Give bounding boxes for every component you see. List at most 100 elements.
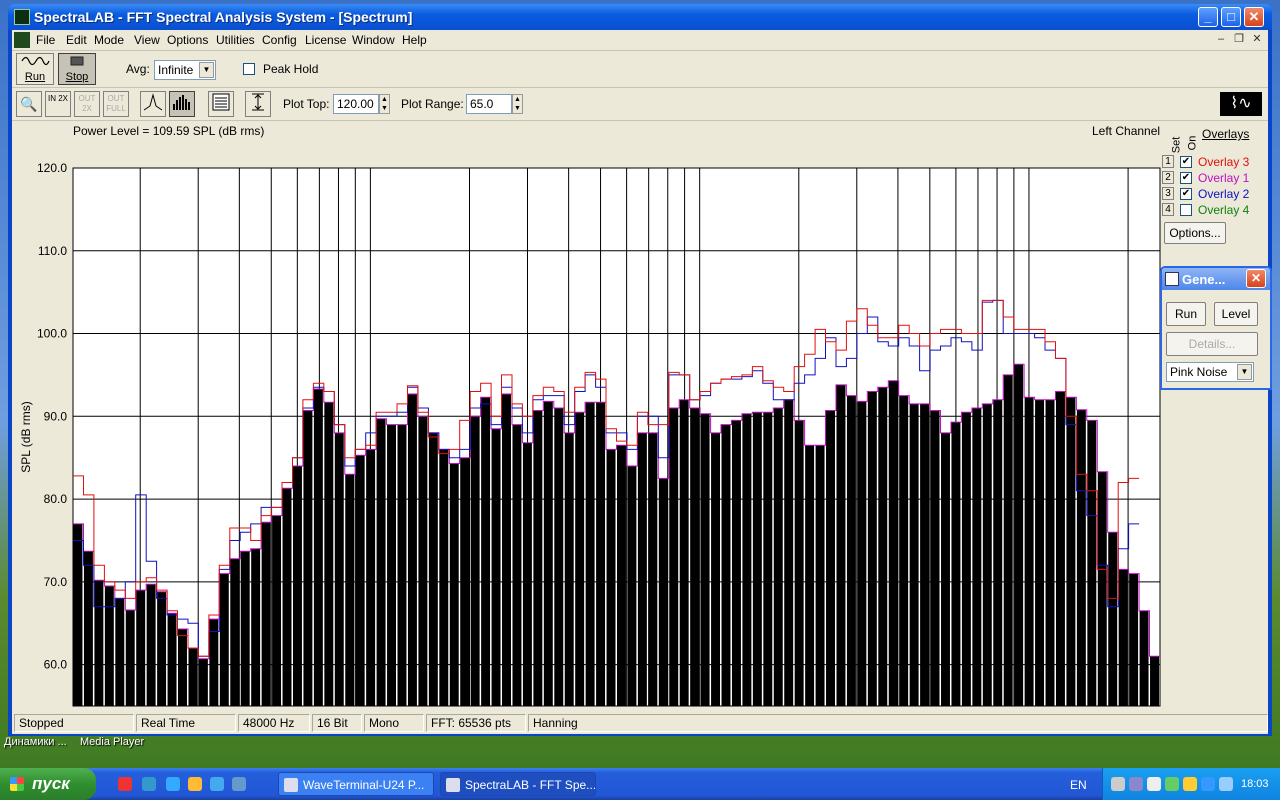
quicklaunch-desktop-icon[interactable]	[232, 777, 246, 791]
mdi-restore-button[interactable]: ❐	[1232, 32, 1246, 46]
quicklaunch-browser-icon[interactable]	[118, 777, 132, 791]
tray-network-icon[interactable]	[1129, 777, 1143, 791]
overlay-label: Overlay 4	[1198, 203, 1250, 217]
autoscale-button[interactable]	[245, 91, 271, 117]
spectrum-bar	[188, 648, 198, 706]
language-indicator[interactable]: EN	[1070, 778, 1087, 792]
taskbar-task-button[interactable]: SpectraLAB - FFT Spe...	[440, 772, 596, 796]
close-button[interactable]: ✕	[1244, 7, 1264, 27]
spectrum-bar	[522, 442, 532, 706]
zoom-out-2x-button[interactable]: OUT 2X	[74, 91, 100, 117]
zoom-in-2x-button[interactable]: IN 2X	[45, 91, 71, 117]
mdi-close-button[interactable]: ✕	[1250, 32, 1264, 46]
menu-config[interactable]: Config	[262, 33, 297, 47]
tray-sync-icon[interactable]	[1219, 777, 1233, 791]
table-view-button[interactable]	[208, 91, 234, 117]
generator-title-bar[interactable]: Gene... ✕	[1162, 268, 1270, 290]
spectrum-bar	[763, 412, 773, 706]
tray-volume-icon[interactable]	[1147, 777, 1161, 791]
tray-monitor-icon[interactable]	[1201, 777, 1215, 791]
overlay-options-button[interactable]: Options...	[1164, 222, 1226, 244]
plot-top-spinner[interactable]: ▲ ▼	[379, 94, 390, 114]
start-button[interactable]: пуск	[0, 768, 96, 800]
spectrum-bar	[658, 478, 668, 706]
menu-mode[interactable]: Mode	[94, 33, 124, 47]
spectrum-bar	[596, 402, 606, 706]
tray-usb-icon[interactable]	[1111, 777, 1125, 791]
spectrum-bar	[355, 455, 365, 706]
overlay-set-button[interactable]: 3	[1162, 187, 1174, 200]
spectrum-bar	[961, 412, 971, 706]
spectrum-bar	[219, 573, 229, 706]
title-bar[interactable]: SpectraLAB - FFT Spectral Analysis Syste…	[8, 4, 1272, 30]
chevron-down-icon[interactable]: ▼	[1237, 364, 1252, 380]
menu-options[interactable]: Options	[167, 33, 208, 47]
overlay-enable-checkbox[interactable]: ✔	[1180, 172, 1192, 184]
menu-help[interactable]: Help	[402, 33, 427, 47]
mdi-minimize-button[interactable]: –	[1214, 32, 1228, 46]
plot-range-spinner[interactable]: ▲ ▼	[512, 94, 523, 114]
run-button[interactable]: Run	[16, 53, 54, 85]
y-tick-label: 70.0	[44, 575, 68, 589]
x-tick-label: 200	[459, 710, 479, 711]
plot-range-input[interactable]: 65.0	[466, 94, 512, 114]
sine-wave-icon	[21, 56, 50, 66]
overlay-set-button[interactable]: 4	[1162, 203, 1174, 216]
menu-window[interactable]: Window	[352, 33, 395, 47]
main-toolbar: Run Stop Avg: Infinite ▼ Peak Hold	[12, 51, 1268, 88]
x-tick-label: 300	[517, 710, 537, 711]
tray-app-icon[interactable]	[1165, 777, 1179, 791]
spectrum-bar	[899, 395, 909, 706]
document-icon[interactable]	[14, 32, 30, 48]
generator-run-button[interactable]: Run	[1166, 302, 1206, 326]
stop-square-icon	[70, 56, 84, 66]
minimize-button[interactable]: _	[1198, 7, 1218, 27]
bar-plot-button[interactable]	[169, 91, 195, 117]
tray-security-icon[interactable]	[1183, 777, 1197, 791]
overlay-enable-checkbox[interactable]	[1180, 204, 1192, 216]
spectrum-bar	[230, 558, 240, 706]
desktop-label-speakers[interactable]: Динамики ...	[4, 736, 67, 748]
plot-top-input[interactable]: 120.00	[333, 94, 379, 114]
menu-file[interactable]: File	[36, 33, 55, 47]
spectrum-bar	[73, 523, 83, 706]
generator-signal-select[interactable]: Pink Noise ▼	[1166, 362, 1254, 382]
generator-level-button[interactable]: Level	[1214, 302, 1258, 326]
line-plot-button[interactable]	[140, 91, 166, 117]
stop-button[interactable]: Stop	[58, 53, 96, 85]
quicklaunch-search-icon[interactable]	[166, 777, 180, 791]
y-tick-label: 90.0	[44, 409, 68, 423]
maximize-button[interactable]: □	[1221, 7, 1241, 27]
quicklaunch-app-icon[interactable]	[142, 777, 156, 791]
menu-license[interactable]: License	[305, 33, 346, 47]
overlay-enable-checkbox[interactable]: ✔	[1180, 188, 1192, 200]
quicklaunch-ie-icon[interactable]	[210, 777, 224, 791]
menu-edit[interactable]: Edit	[66, 33, 87, 47]
generator-details-button[interactable]: Details...	[1166, 332, 1258, 356]
zoom-tool-button[interactable]: 🔍	[16, 91, 42, 117]
spectrum-chart[interactable]: 60.0 70.0 80.0 90.0 100.0 110.0 120.0 20 30 40 60 8…	[12, 121, 1172, 711]
chevron-down-icon[interactable]: ▼	[199, 62, 214, 78]
generator-close-icon[interactable]: ✕	[1246, 269, 1266, 288]
menu-utilities[interactable]: Utilities	[216, 33, 255, 47]
spectrum-bar	[397, 424, 407, 706]
spectrum-bar	[533, 410, 543, 706]
overlay-enable-checkbox[interactable]: ✔	[1180, 156, 1192, 168]
overlay-set-button[interactable]: 2	[1162, 171, 1174, 184]
taskbar-task-button[interactable]: WaveTerminal-U24 P...	[278, 772, 434, 796]
spectrum-bar	[1003, 374, 1013, 706]
x-tick-label: 2.0k	[787, 710, 811, 711]
menu-view[interactable]: View	[134, 33, 160, 47]
status-bit-depth: 16 Bit	[312, 714, 362, 732]
desktop-label-media-player[interactable]: Media Player	[80, 736, 144, 748]
avg-select[interactable]: Infinite ▼	[154, 60, 216, 80]
spectrum-bar	[407, 393, 417, 706]
spectrum-bar	[313, 388, 323, 706]
status-sample-rate: 48000 Hz	[238, 714, 310, 732]
spectrum-bar	[94, 580, 104, 706]
spectrum-bar	[418, 416, 428, 706]
quicklaunch-media-icon[interactable]	[188, 777, 202, 791]
zoom-out-full-button[interactable]: OUT FULL	[103, 91, 129, 117]
peak-hold-checkbox[interactable]	[243, 63, 255, 75]
overlay-set-button[interactable]: 1	[1162, 155, 1174, 168]
